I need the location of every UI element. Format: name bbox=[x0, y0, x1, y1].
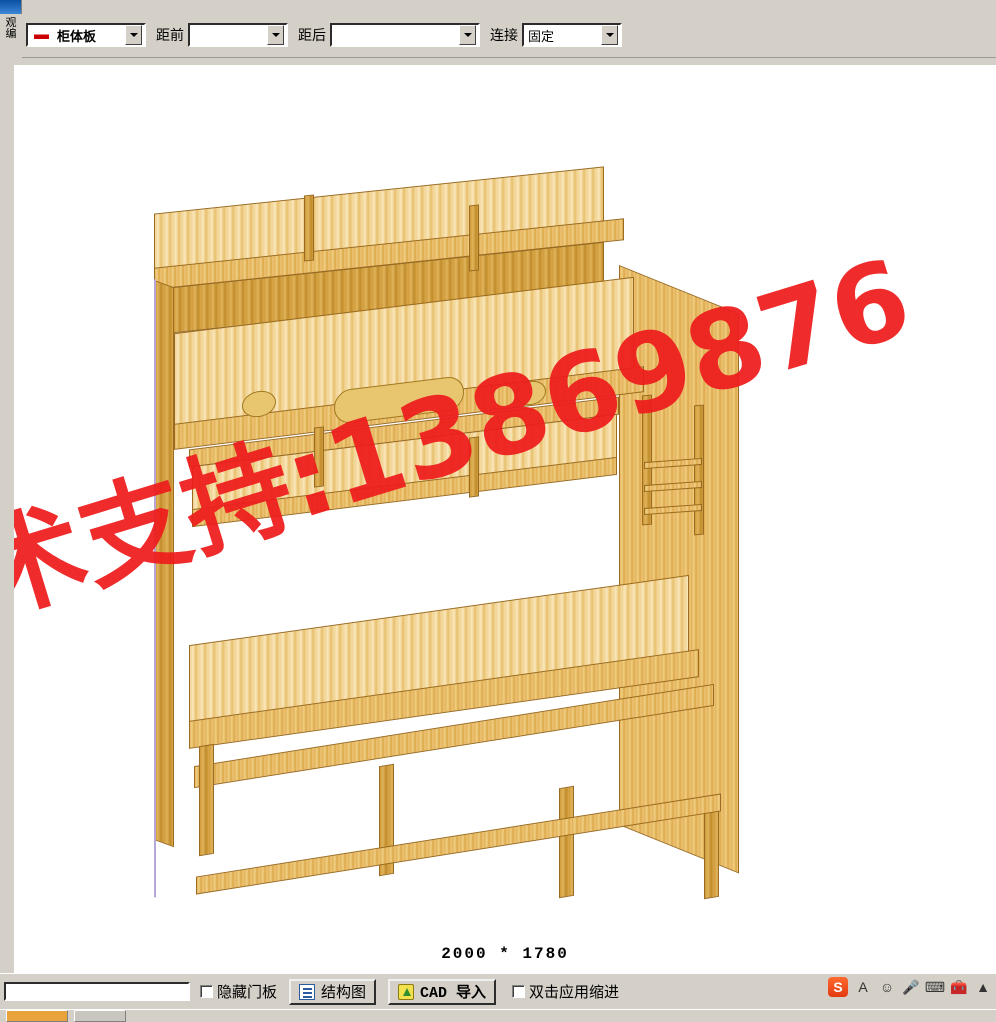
font-a-icon[interactable]: A bbox=[854, 978, 872, 996]
cad-import-label: CAD 导入 bbox=[420, 985, 487, 1002]
double-click-indent-label: 双击应用缩进 bbox=[529, 984, 620, 1001]
window-title-sliver bbox=[0, 0, 22, 14]
structure-diagram-icon bbox=[299, 983, 316, 1000]
cad-import-icon bbox=[398, 983, 415, 1000]
hide-door-label: 隐藏门板 bbox=[217, 984, 278, 1001]
back-distance-chevron-down-icon[interactable] bbox=[459, 25, 476, 45]
toolbox-icon[interactable]: 🧰 bbox=[950, 978, 968, 996]
minus-icon: ▬ bbox=[34, 26, 49, 43]
model-part-ladder-rail-left bbox=[642, 394, 652, 526]
model-part-top-divider-2 bbox=[469, 204, 479, 272]
model-part-base-leg-right bbox=[704, 801, 719, 900]
double-click-indent-checkbox[interactable] bbox=[512, 985, 526, 998]
sogou-input-icon[interactable]: S bbox=[828, 977, 848, 997]
dimension-readout: 2000 * 1780 bbox=[441, 945, 569, 963]
left-vertical-label-line-2: 编 bbox=[5, 28, 17, 40]
back-distance-label: 距后 bbox=[298, 27, 326, 43]
front-distance-label: 距前 bbox=[156, 27, 184, 43]
plate-type-value-wrap: ▬ 柜体板 bbox=[28, 26, 125, 45]
microphone-icon[interactable]: 🎤 bbox=[902, 978, 920, 996]
plate-type-value: 柜体板 bbox=[57, 28, 97, 44]
toolbar-row: ▬ 柜体板 距前 距后 连接 固定 bbox=[24, 20, 622, 50]
model-part-left-side-panel bbox=[154, 280, 174, 848]
model-edge-left bbox=[154, 279, 156, 898]
front-distance-combobox[interactable] bbox=[188, 23, 288, 47]
model-part-base-leg-left bbox=[199, 743, 214, 857]
model-viewport[interactable]: 术支持:13869876 2000 * 1780 bbox=[14, 65, 996, 973]
system-tray: S A ☺ 🎤 ⌨ 🧰 ▲ bbox=[828, 977, 992, 997]
plate-type-combobox[interactable]: ▬ 柜体板 bbox=[26, 23, 146, 47]
hide-door-checkbox-wrap[interactable]: 隐藏门板 bbox=[200, 981, 277, 1002]
toolbar-strip: 观 编 ▬ 柜体板 距前 距后 连接 固定 bbox=[0, 0, 996, 58]
model-part-mid-divider-1 bbox=[314, 426, 324, 488]
model-part-top-divider-1 bbox=[304, 194, 314, 262]
plate-type-chevron-down-icon[interactable] bbox=[125, 25, 142, 45]
hide-door-checkbox[interactable] bbox=[200, 985, 213, 998]
taskbar-button-2[interactable] bbox=[74, 1010, 126, 1022]
connection-chevron-down-icon[interactable] bbox=[601, 25, 618, 45]
model-part-right-side-panel bbox=[619, 265, 739, 874]
keyboard-icon[interactable]: ⌨ bbox=[925, 978, 945, 996]
connection-combobox[interactable]: 固定 bbox=[522, 23, 622, 47]
model-canvas[interactable]: 术支持:13869876 2000 * 1780 bbox=[0, 58, 996, 973]
structure-diagram-label: 结构图 bbox=[321, 984, 367, 1001]
taskbar bbox=[0, 1009, 996, 1022]
taskbar-button-1[interactable] bbox=[6, 1010, 68, 1022]
model-part-ladder-rail-right bbox=[694, 404, 704, 536]
double-click-indent-checkbox-wrap[interactable]: 双击应用缩进 bbox=[512, 981, 619, 1002]
back-distance-combobox[interactable] bbox=[330, 23, 480, 47]
cad-import-button[interactable]: CAD 导入 bbox=[388, 978, 497, 1005]
connection-label: 连接 bbox=[490, 27, 518, 43]
front-distance-chevron-down-icon[interactable] bbox=[267, 25, 284, 45]
connection-value: 固定 bbox=[528, 28, 555, 44]
status-input[interactable] bbox=[4, 982, 190, 1001]
structure-diagram-button[interactable]: 结构图 bbox=[289, 978, 377, 1005]
model-part-base-leg-mid-2 bbox=[559, 785, 574, 899]
left-vertical-label: 观 编 bbox=[0, 14, 22, 58]
model-part-base-rail bbox=[196, 793, 721, 895]
model-part-mid-divider-2 bbox=[469, 436, 479, 498]
chevron-up-icon[interactable]: ▲ bbox=[974, 978, 992, 996]
smiley-icon[interactable]: ☺ bbox=[878, 978, 896, 996]
